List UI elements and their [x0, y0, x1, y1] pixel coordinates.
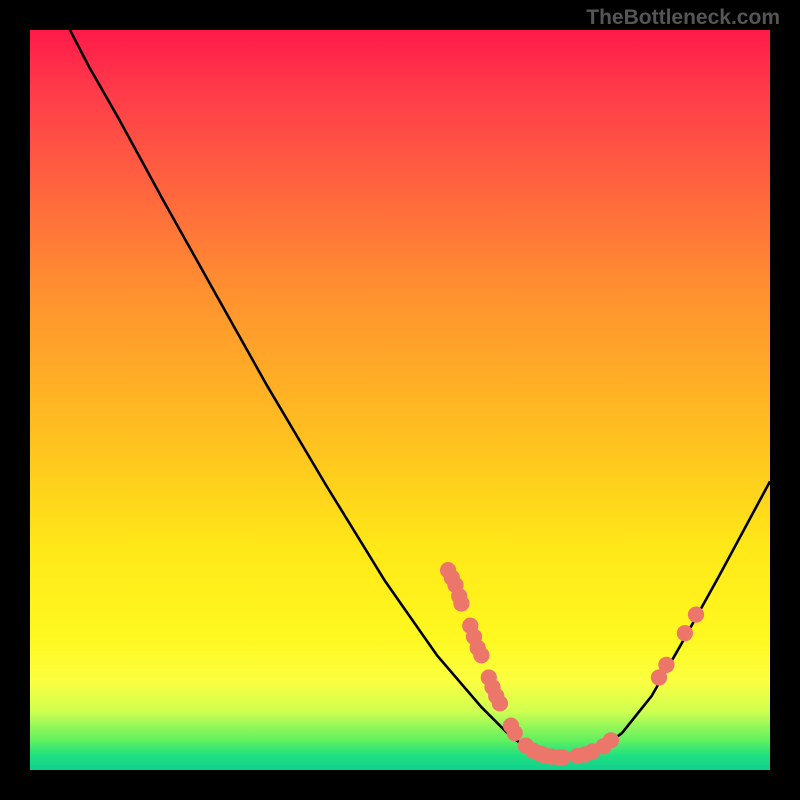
chart-marker [688, 606, 704, 622]
chart-marker [603, 732, 619, 748]
chart-marker [453, 595, 469, 611]
chart-curve [70, 30, 770, 757]
chart-markers [440, 562, 704, 766]
chart-marker [492, 695, 508, 711]
chart-marker [658, 657, 674, 673]
chart-marker [677, 625, 693, 641]
watermark-text: TheBottleneck.com [586, 6, 780, 30]
chart-svg-overlay [30, 30, 770, 770]
chart-plot-area [30, 30, 770, 770]
chart-marker [507, 725, 523, 741]
chart-marker [555, 749, 571, 765]
chart-marker [473, 647, 489, 663]
